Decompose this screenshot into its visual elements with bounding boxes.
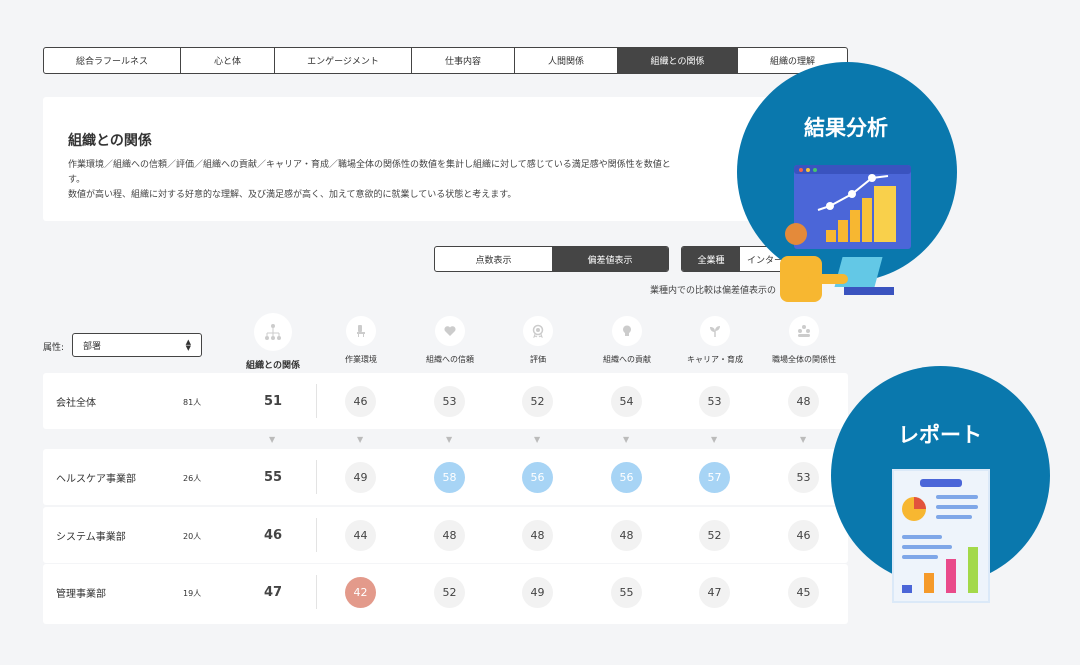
attribute-label: 属性: [43,343,65,353]
header-col-1-label: 作業環境 [345,355,377,364]
header-col-6-label: 職場全体の関係性 [772,355,836,364]
score-bubble: 52 [522,386,553,417]
tab-work-content[interactable]: 仕事内容 [412,48,515,73]
header-col-4-label: 組織への貢献 [603,355,651,364]
attribute-value: 部署 [83,341,102,352]
score-bubble: 54 [611,386,642,417]
row-name: ヘルスケア事業部 [56,474,136,485]
score-bubble: 53 [699,386,730,417]
triangle-down-icon: ▼ [711,435,718,444]
tab-overall[interactable]: 総合ラフールネス [44,48,181,73]
score-bubble: 47 [699,577,730,608]
score-bubble: 48 [434,520,465,551]
description-line-2: す。 [68,175,86,185]
analysis-title: 結果分析 [804,116,888,140]
score-bubble: 52 [434,577,465,608]
row-main-score: 47 [263,585,283,600]
chair-icon [346,316,376,346]
header-col-6: 職場全体の関係性 [764,316,844,365]
score-bubble-high: 58 [434,462,465,493]
score-bubble: 49 [522,577,553,608]
lightbulb-icon [612,316,642,346]
sprout-icon [700,316,730,346]
header-col-2-label: 組織への信頼 [426,355,474,364]
display-mode-toggle: 点数表示 偏差値表示 [434,246,669,272]
score-bubble: 53 [788,462,819,493]
row-count: 26人 [183,474,202,483]
triangle-down-icon: ▼ [800,435,807,444]
badge-icon [523,316,553,346]
header-col-3: 評価 [503,316,573,365]
row-divider [316,460,317,494]
description-line-3: 数値が高い程、組織に対する好意的な理解、及び満足感が高く、加えて意欲的に就業して… [68,190,517,200]
category-tabs: 総合ラフールネス 心と体 エンゲージメント 仕事内容 人間関係 組織との関係 組… [43,47,848,74]
table-row[interactable]: 会社全体 81人 51 46 53 52 54 53 48 [43,373,848,429]
comparison-note: 業種内での比較は偏差値表示の [650,286,777,296]
row-name: 管理事業部 [56,589,106,600]
select-arrows-icon: ▲ ▼ [185,338,191,352]
header-col-4: 組織への貢献 [592,316,662,365]
header-main-label: 組織との関係 [246,361,300,371]
header-col-5: キャリア・育成 [680,316,750,365]
description-line-1: 作業環境／組織への信頼／評価／組織への貢献／キャリア・育成／職場全体の関係性の数… [68,160,671,170]
section-title: 組織との関係 [68,133,152,149]
triangle-down-icon: ▼ [269,435,276,444]
score-bubble: 55 [611,577,642,608]
deviation-display-button[interactable]: 偏差値表示 [552,247,668,271]
attribute-select[interactable]: 部署 ▲ ▼ [72,333,202,357]
tab-organization-relation[interactable]: 組織との関係 [618,48,738,73]
report-title: レポート [898,423,982,447]
row-main-score: 46 [263,528,283,543]
tab-mind-body[interactable]: 心と体 [181,48,275,73]
score-bubble: 53 [434,386,465,417]
header-col-3-label: 評価 [530,355,546,364]
score-bubble-high: 56 [522,462,553,493]
triangle-down-icon: ▼ [357,435,364,444]
tab-relationships[interactable]: 人間関係 [515,48,618,73]
row-main-score: 55 [263,470,283,485]
report-illustration [892,469,990,603]
tab-engagement[interactable]: エンゲージメント [275,48,412,73]
header-col-5-label: キャリア・育成 [687,355,743,364]
header-col-2: 組織への信頼 [415,316,485,365]
score-bubble: 46 [788,520,819,551]
triangle-down-icon: ▼ [623,435,630,444]
table-row[interactable]: システム事業部 20人 46 44 48 48 48 52 46 [43,507,848,563]
row-count: 81人 [183,398,202,407]
score-bubble: 48 [788,386,819,417]
all-industries-button[interactable]: 全業種 [682,247,740,271]
row-count: 19人 [183,589,202,598]
row-divider [316,575,317,609]
table-row[interactable]: ヘルスケア事業部 26人 55 49 58 56 56 57 53 [43,449,848,505]
score-bubble-low: 42 [345,577,376,608]
triangle-down-icon: ▼ [446,435,453,444]
row-main-score: 51 [263,394,283,409]
score-bubble-high: 56 [611,462,642,493]
score-bubble: 48 [611,520,642,551]
org-chart-icon [254,313,292,351]
score-bubble: 49 [345,462,376,493]
row-divider [316,518,317,552]
score-bubble: 52 [699,520,730,551]
row-count: 20人 [183,532,202,541]
people-icon [789,316,819,346]
heart-icon [435,316,465,346]
triangle-down-icon: ▼ [534,435,541,444]
row-name: 会社全体 [56,398,96,409]
row-divider [316,384,317,418]
score-bubble: 46 [345,386,376,417]
table-row[interactable]: 管理事業部 19人 47 42 52 49 55 47 45 [43,564,848,624]
analysis-illustration [780,165,911,302]
header-main: 組織との関係 [238,313,308,371]
score-bubble: 44 [345,520,376,551]
header-col-1: 作業環境 [326,316,396,365]
score-bubble-high: 57 [699,462,730,493]
score-bubble: 48 [522,520,553,551]
score-display-button[interactable]: 点数表示 [435,247,552,271]
description-card: 組織との関係 作業環境／組織への信頼／評価／組織への貢献／キャリア・育成／職場全… [43,97,833,221]
row-name: システム事業部 [56,532,126,543]
score-bubble: 45 [788,577,819,608]
